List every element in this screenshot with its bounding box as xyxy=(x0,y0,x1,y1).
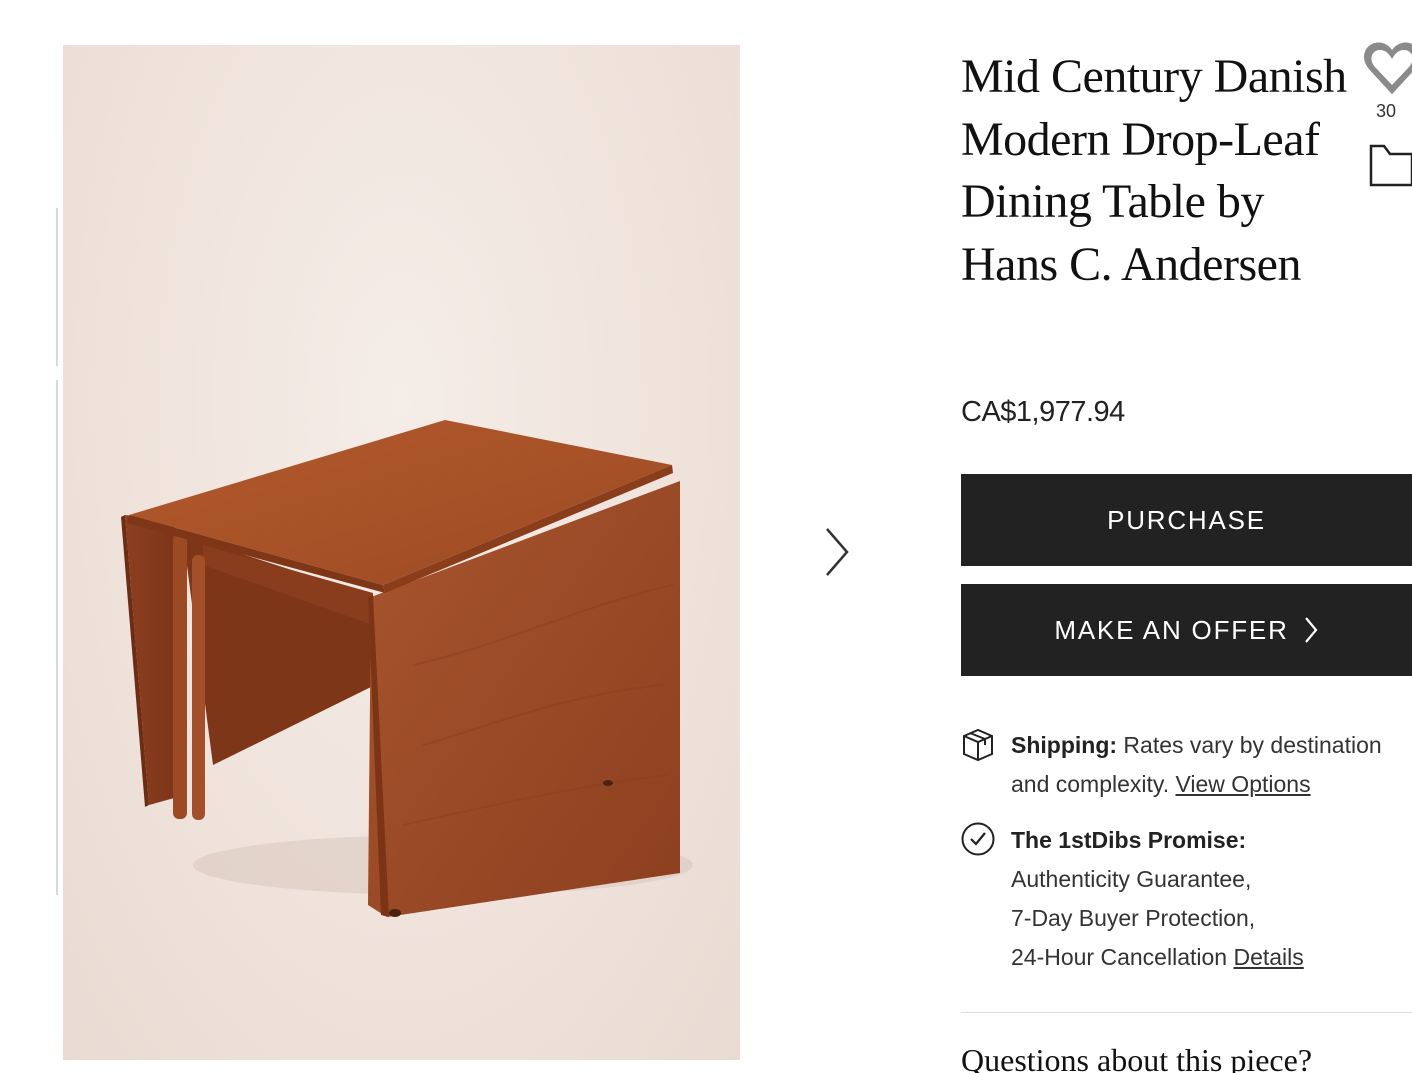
shipping-info: Shipping: Rates vary by destination and … xyxy=(1011,726,1412,804)
table-illustration xyxy=(121,420,693,917)
next-image-button[interactable] xyxy=(818,524,858,580)
gallery-edge xyxy=(56,208,58,366)
section-divider xyxy=(961,1012,1412,1013)
folder-icon xyxy=(1369,144,1412,187)
questions-heading: Questions about this piece? xyxy=(961,1042,1313,1073)
favorite-button[interactable] xyxy=(1362,40,1412,102)
promise-line-2: 7-Day Buyer Protection, xyxy=(1011,905,1256,931)
save-to-folder-button[interactable] xyxy=(1368,142,1412,188)
gallery-edge xyxy=(56,380,58,895)
chevron-right-icon xyxy=(1304,617,1318,643)
make-offer-button-label: MAKE AN OFFER xyxy=(1054,614,1289,645)
promise-line-3: 24-Hour Cancellation xyxy=(1011,944,1228,970)
heart-icon xyxy=(1364,42,1412,95)
product-price: CA$1,977.94 xyxy=(961,396,1125,428)
purchase-button-label: PURCHASE xyxy=(1107,504,1266,535)
promise-line-1: Authenticity Guarantee, xyxy=(1011,866,1252,892)
promise-info: The 1stDibs Promise: Authenticity Guaran… xyxy=(1011,821,1412,977)
check-circle-icon xyxy=(960,821,996,857)
make-offer-button[interactable]: MAKE AN OFFER xyxy=(961,584,1412,676)
shipping-label: Shipping: xyxy=(1011,732,1118,758)
view-options-link[interactable]: View Options xyxy=(1175,771,1310,797)
details-link[interactable]: Details xyxy=(1233,944,1303,970)
promise-label: The 1stDibs Promise: xyxy=(1011,827,1247,853)
box-icon xyxy=(960,727,996,763)
purchase-button[interactable]: PURCHASE xyxy=(961,474,1412,566)
product-title: Mid Century Danish Modern Drop-Leaf Dini… xyxy=(961,50,1347,291)
favorites-count: 30 xyxy=(1376,101,1397,121)
chevron-right-icon xyxy=(826,528,849,576)
product-image[interactable] xyxy=(63,45,740,1060)
